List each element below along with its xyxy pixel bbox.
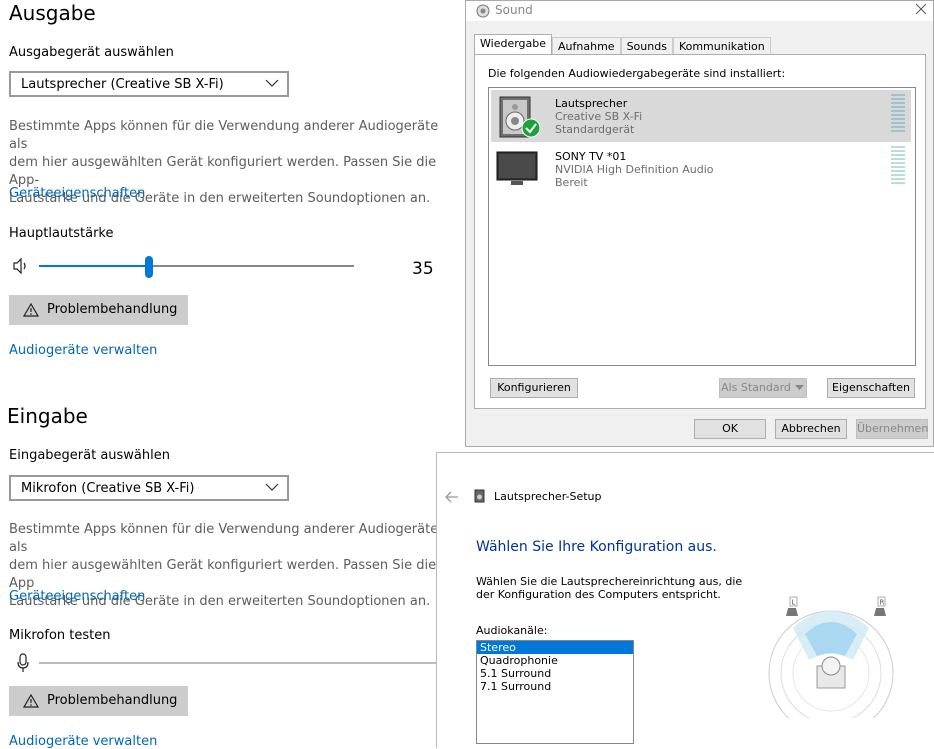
left-speaker-marker: L	[792, 599, 796, 607]
input-manage-link[interactable]: Audiogeräte verwalten	[9, 734, 157, 749]
level-meter	[891, 146, 905, 186]
device-name: Lautsprecher	[555, 97, 628, 110]
sound-icon	[476, 4, 490, 18]
output-troubleshoot-label: Problembehandlung	[47, 302, 178, 317]
close-icon[interactable]	[915, 3, 927, 15]
setup-heading: Wählen Sie Ihre Konfiguration aus.	[476, 539, 717, 555]
chevron-down-icon	[265, 483, 279, 491]
channels-listbox[interactable]: Stereo Quadrophonie 5.1 Surround 7.1 Sur…	[476, 640, 634, 744]
configure-button[interactable]: Konfigurieren	[490, 378, 578, 398]
device-list[interactable]: Lautsprecher Creative SB X-Fi Standardge…	[488, 87, 916, 366]
apply-button[interactable]: Übernehmen	[856, 419, 928, 439]
channel-option-stereo[interactable]: Stereo	[477, 641, 633, 654]
speaker-setup-window: Lautsprecher-Setup Wählen Sie Ihre Konfi…	[436, 452, 934, 748]
volume-track-filled	[39, 265, 149, 267]
playback-heading: Die folgenden Audiowiedergabegeräte sind…	[488, 67, 786, 80]
speaker-layout-diagram: L R	[768, 596, 894, 718]
tab-strip: Wiedergabe Aufnahme Sounds Kommunikation	[474, 34, 771, 55]
input-troubleshoot-button[interactable]: Problembehandlung	[9, 686, 188, 716]
speaker-setup-icon	[474, 489, 485, 503]
dialog-title: Sound	[495, 3, 533, 17]
output-manage-link[interactable]: Audiogeräte verwalten	[9, 343, 157, 358]
output-device-value: Lautsprecher (Creative SB X-Fi)	[21, 77, 224, 92]
cancel-button[interactable]: Abbrechen	[775, 419, 847, 439]
back-arrow-icon[interactable]	[445, 491, 459, 503]
left-speaker-icon	[786, 608, 798, 616]
volume-track	[149, 265, 354, 267]
setup-desc-line: Wählen Sie die Lautsprechereinrichtung a…	[476, 575, 743, 588]
volume-value: 35	[412, 259, 434, 279]
output-properties-link[interactable]: Geräteeigenschaften	[9, 186, 145, 201]
set-default-label: Als Standard	[721, 381, 791, 394]
setup-desc-line: der Konfiguration des Computers entspric…	[476, 588, 721, 601]
chevron-down-icon	[795, 385, 804, 390]
ok-button[interactable]: OK	[694, 419, 766, 439]
device-driver: Creative SB X-Fi	[555, 110, 643, 123]
output-troubleshoot-button[interactable]: Problembehandlung	[9, 295, 188, 325]
channel-option-51-surround[interactable]: 5.1 Surround	[477, 667, 633, 680]
output-title: Ausgabe	[9, 1, 96, 25]
tab-kommunikation[interactable]: Kommunikation	[672, 37, 771, 55]
properties-button[interactable]: Eigenschaften	[827, 378, 915, 398]
device-name: SONY TV *01	[555, 150, 627, 163]
output-device-label: Ausgabegerät auswählen	[9, 45, 174, 60]
input-properties-link[interactable]: Geräteeigenschaften	[9, 589, 145, 604]
input-device-select[interactable]: Mikrofon (Creative SB X-Fi)	[9, 475, 289, 501]
right-speaker-icon	[874, 608, 886, 616]
output-desc-line: dem hier ausgewählten Gerät konfiguriert…	[9, 155, 437, 188]
chevron-down-icon	[265, 79, 279, 87]
microphone-icon	[17, 653, 29, 672]
warning-icon	[23, 694, 39, 708]
device-driver: NVIDIA High Definition Audio	[555, 163, 714, 176]
channel-option-71-surround[interactable]: 7.1 Surround	[477, 680, 633, 693]
device-item-sony-tv[interactable]: SONY TV *01 NVIDIA High Definition Audio…	[491, 144, 911, 194]
tab-panel: Die folgenden Audiowiedergabegeräte sind…	[474, 54, 926, 409]
default-check-icon	[521, 118, 541, 138]
mic-test-label: Mikrofon testen	[9, 628, 111, 643]
volume-slider[interactable]	[39, 256, 354, 278]
right-speaker-marker: R	[880, 599, 885, 607]
input-device-value: Mikrofon (Creative SB X-Fi)	[21, 481, 195, 496]
input-desc-line: Bestimmte Apps können für die Verwendung…	[9, 522, 439, 555]
volume-thumb[interactable]	[145, 256, 153, 278]
channel-option-quadrophonie[interactable]: Quadrophonie	[477, 654, 633, 667]
setup-description: Wählen Sie die Lautsprechereinrichtung a…	[476, 575, 742, 601]
tv-device-icon	[496, 151, 538, 185]
output-desc-line: Bestimmte Apps können für die Verwendung…	[9, 119, 439, 152]
level-meter	[891, 94, 905, 134]
volume-label: Hauptlautstärke	[9, 226, 114, 241]
input-troubleshoot-label: Problembehandlung	[47, 693, 178, 708]
input-title: Eingabe	[7, 404, 88, 428]
speaker-icon[interactable]	[12, 258, 32, 274]
set-default-button[interactable]: Als Standard	[719, 378, 807, 398]
input-device-label: Eingabegerät auswählen	[9, 448, 170, 463]
channels-label: Audiokanäle:	[476, 624, 548, 637]
tab-sounds[interactable]: Sounds	[620, 37, 673, 55]
sound-dialog: Sound Wiedergabe Aufnahme Sounds Kommuni…	[465, 0, 934, 447]
output-device-select[interactable]: Lautsprecher (Creative SB X-Fi)	[9, 71, 289, 97]
tab-aufnahme[interactable]: Aufnahme	[552, 37, 621, 55]
tab-wiedergabe[interactable]: Wiedergabe	[474, 34, 553, 55]
device-item-lautsprecher[interactable]: Lautsprecher Creative SB X-Fi Standardge…	[491, 90, 911, 142]
input-desc-line: dem hier ausgewählten Gerät konfiguriert…	[9, 558, 437, 591]
warning-icon	[23, 303, 39, 317]
device-status: Standardgerät	[555, 123, 635, 136]
device-status: Bereit	[555, 176, 588, 189]
setup-title: Lautsprecher-Setup	[494, 490, 602, 503]
mic-level-bar	[39, 662, 439, 664]
dialog-titlebar: Sound	[466, 1, 933, 21]
